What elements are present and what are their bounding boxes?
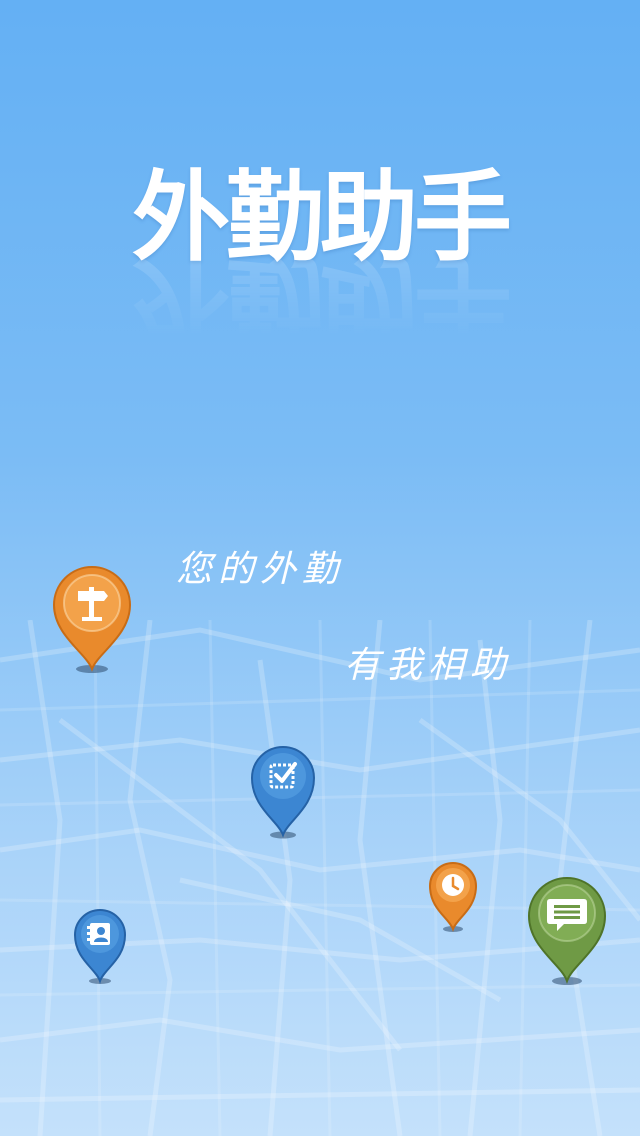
- clock-pin: [427, 861, 479, 933]
- contacts-book-icon: [87, 923, 110, 945]
- tagline-i-help: 有我相助: [344, 645, 513, 686]
- clock-icon: [442, 874, 464, 896]
- message-pin: [526, 875, 608, 987]
- contacts-pin: [72, 907, 128, 985]
- signpost-pin: [50, 565, 134, 675]
- tagline-your-fieldwork: 您的外勤: [176, 549, 345, 590]
- task-check-pin: [249, 745, 317, 840]
- app-title-reflection: 外勤助手: [131, 243, 508, 357]
- splash-screen: 外勤助手 外勤助手 您的外勤 有我相助: [0, 0, 640, 1136]
